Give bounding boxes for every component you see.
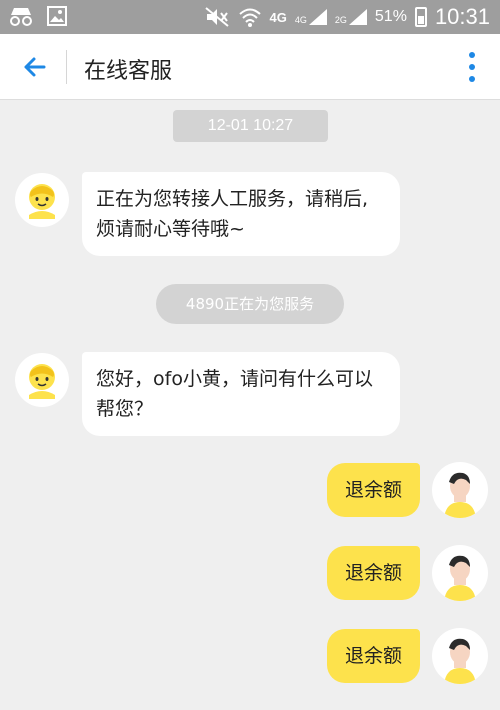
header-divider: [66, 50, 67, 84]
status-left-icons: [8, 5, 68, 27]
user-avatar-icon: [444, 472, 476, 518]
status-right-icons: 4G 4G 2G 51% 10:31: [204, 4, 490, 30]
page-title: 在线客服: [84, 59, 173, 84]
signal-icon: [348, 9, 367, 25]
gallery-icon: [47, 6, 67, 26]
agent-message-bubble[interactable]: 您好，ofo小黄，请问有什么可以帮您？: [82, 352, 400, 436]
user-message-bubble[interactable]: 退余额: [327, 463, 420, 517]
incognito-icon: [10, 8, 32, 26]
signal-2-label: 2G: [334, 15, 347, 25]
system-notice: 4890正在为您服务: [156, 284, 344, 324]
more-dot-icon: [469, 76, 475, 82]
clock: 10:31: [434, 4, 490, 29]
agent-avatar-icon: [29, 364, 55, 399]
wifi-icon: [238, 8, 261, 27]
user-message-bubble[interactable]: 退余额: [327, 546, 420, 600]
mute-icon: [204, 7, 229, 27]
back-arrow-icon[interactable]: [18, 50, 52, 84]
more-dot-icon: [469, 64, 475, 70]
signal-icon: [308, 9, 327, 25]
agent-avatar-icon: [29, 184, 55, 219]
network-type: 4G: [269, 9, 287, 25]
user-avatar[interactable]: [432, 462, 488, 518]
user-message-bubble[interactable]: 退余额: [327, 629, 420, 683]
more-dot-icon: [469, 52, 475, 58]
agent-avatar[interactable]: [15, 173, 69, 227]
status-bar: 4G 4G 2G 51% 10:31: [0, 0, 500, 34]
battery-icon: [414, 7, 427, 27]
agent-avatar[interactable]: [15, 353, 69, 407]
signal-1-label: 4G: [294, 15, 307, 25]
user-avatar-icon: [444, 555, 476, 601]
signal-1: 4G: [295, 9, 327, 25]
app-header: 在线客服: [0, 34, 500, 100]
user-avatar[interactable]: [432, 628, 488, 684]
more-options-button[interactable]: [468, 52, 476, 82]
message-timestamp: 12-01 10:27: [173, 110, 328, 142]
battery-percent: 51%: [374, 8, 407, 25]
signal-2: 2G: [335, 9, 367, 25]
agent-message-bubble[interactable]: 正在为您转接人工服务，请稍后,烦请耐心等待哦~: [82, 172, 400, 256]
user-avatar[interactable]: [432, 545, 488, 601]
user-avatar-icon: [444, 638, 476, 684]
